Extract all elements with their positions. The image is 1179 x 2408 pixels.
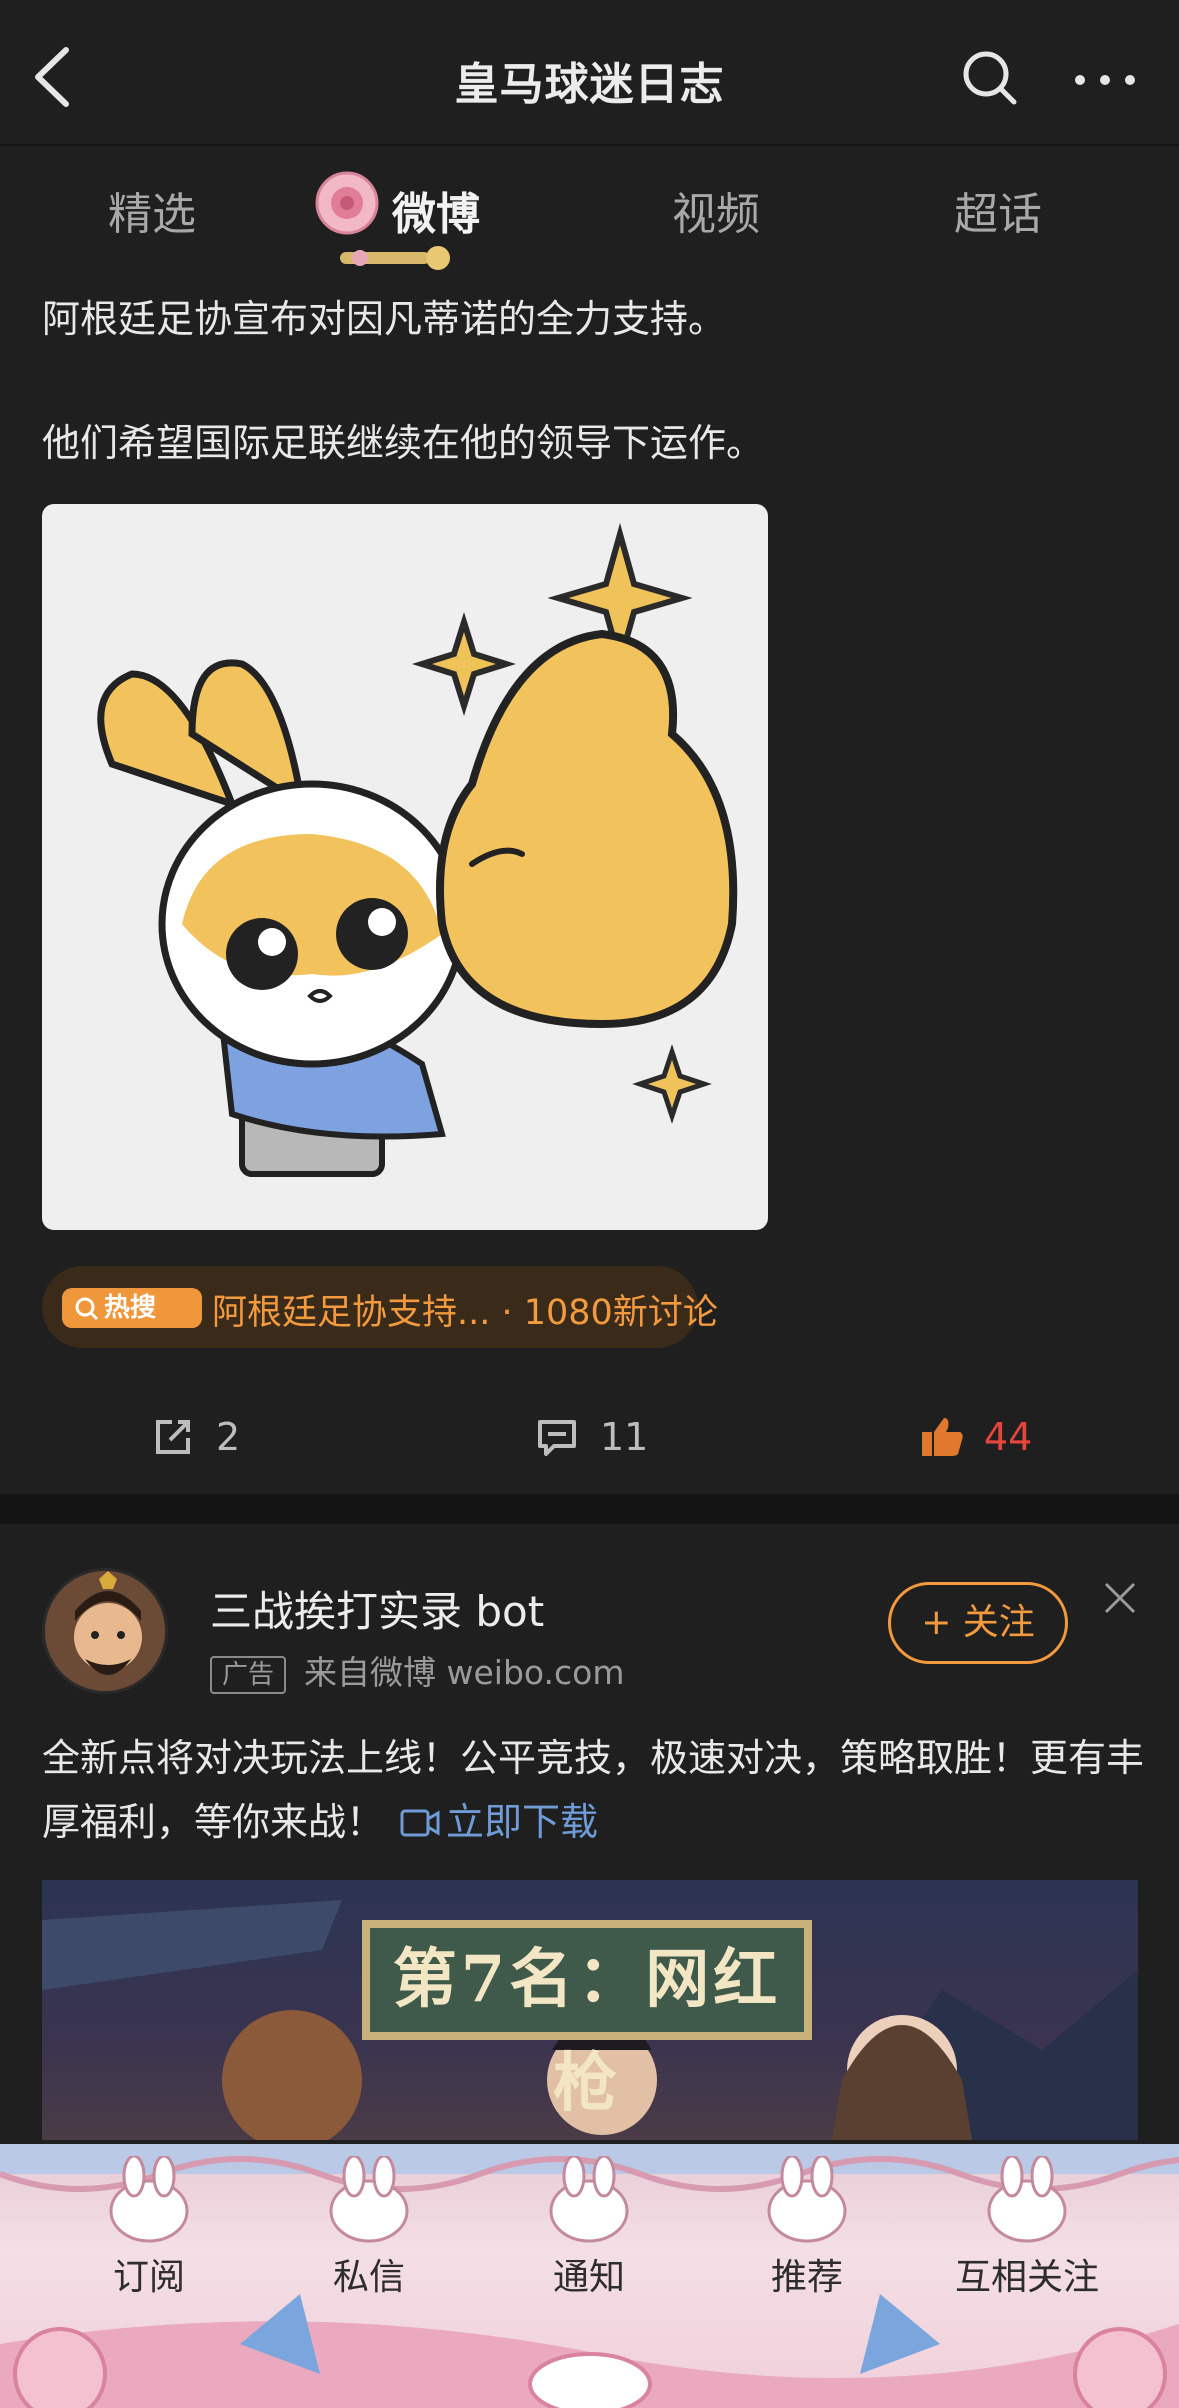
tab-featured[interactable]: 精选 (52, 178, 252, 242)
ad-account-name[interactable]: 三战挨打实录 bot (210, 1578, 544, 1639)
ad-meta: 广告 来自微博 weibo.com (210, 1646, 625, 1694)
top-bar: 皇马球迷日志 (0, 0, 1179, 146)
bunny-icon (549, 2156, 629, 2243)
close-ad-button[interactable] (1100, 1578, 1140, 1618)
follow-button[interactable]: + 关注 (888, 1582, 1068, 1664)
share-icon (156, 1420, 190, 1454)
nav-recommend[interactable]: 推荐 (717, 2248, 897, 2300)
avatar[interactable] (42, 1568, 168, 1694)
bunny-icon (109, 2156, 189, 2243)
nav-notifications[interactable]: 通知 (499, 2248, 679, 2300)
bottom-nav: 订阅 私信 通知 推荐 互相关注 (0, 2144, 1179, 2408)
more-horizontal-icon (1075, 75, 1135, 85)
search-icon (75, 1297, 99, 1321)
hot-badge-label: 热搜 (104, 1293, 157, 1323)
bunny-thumbs-up-sticker (97, 522, 738, 1177)
more-button[interactable] (1070, 50, 1140, 110)
ad-source: 来自微博 weibo.com (304, 1653, 625, 1692)
download-link[interactable]: 立即下载 (384, 1800, 598, 1844)
feed-divider (0, 1494, 1179, 1524)
hot-topic-text: 阿根廷足协支持... · 1080新讨论 (212, 1293, 718, 1333)
hot-search-pill[interactable]: 热搜 阿根廷足协支持... · 1080新讨论 (42, 1266, 718, 1348)
repost-count: 2 (216, 1415, 241, 1459)
banner-caption: 第7名：网红枪 (362, 1920, 812, 2121)
download-label: 立即下载 (446, 1800, 599, 1844)
ad-banner-image[interactable]: 第7名：网红枪 (42, 1880, 1138, 2140)
search-button[interactable] (960, 48, 1020, 108)
comment-icon (538, 1420, 576, 1456)
tab-weibo[interactable]: 微博 (336, 178, 536, 242)
nav-subscribe[interactable]: 订阅 (59, 2248, 239, 2300)
thumbs-up-icon (922, 1418, 963, 1456)
key-ornament-icon (340, 246, 450, 270)
post-text-line2: 他们希望国际足联继续在他的领导下运作。 (42, 421, 765, 465)
search-icon (963, 51, 1017, 105)
ad-text: 全新点将对决玩法上线！公平竞技，极速对决，策略取胜！更有丰厚福利，等你来战！ 立即… (42, 1726, 1152, 1854)
tab-super-topic[interactable]: 超话 (898, 178, 1098, 242)
post-text-line1: 阿根廷足协宣布对因凡蒂诺的全力支持。 (42, 297, 727, 341)
bunny-icon (329, 2156, 409, 2243)
nav-messages[interactable]: 私信 (279, 2248, 459, 2300)
close-icon (1104, 1582, 1136, 1614)
post-image[interactable] (42, 504, 768, 1230)
video-icon (400, 1809, 440, 1837)
like-count: 44 (984, 1415, 1033, 1459)
comment-count: 11 (600, 1415, 649, 1459)
bunny-icon (987, 2156, 1067, 2243)
tab-bar: 精选 微博 视频 超话 (0, 148, 1179, 278)
nav-mutual-follow[interactable]: 互相关注 (937, 2248, 1117, 2300)
post-action-bar: 2 11 44 (0, 1392, 1179, 1482)
general-avatar-image (45, 1571, 165, 1691)
bunny-icon (767, 2156, 847, 2243)
ad-tag: 广告 (210, 1655, 287, 1694)
tab-video[interactable]: 视频 (616, 178, 816, 242)
